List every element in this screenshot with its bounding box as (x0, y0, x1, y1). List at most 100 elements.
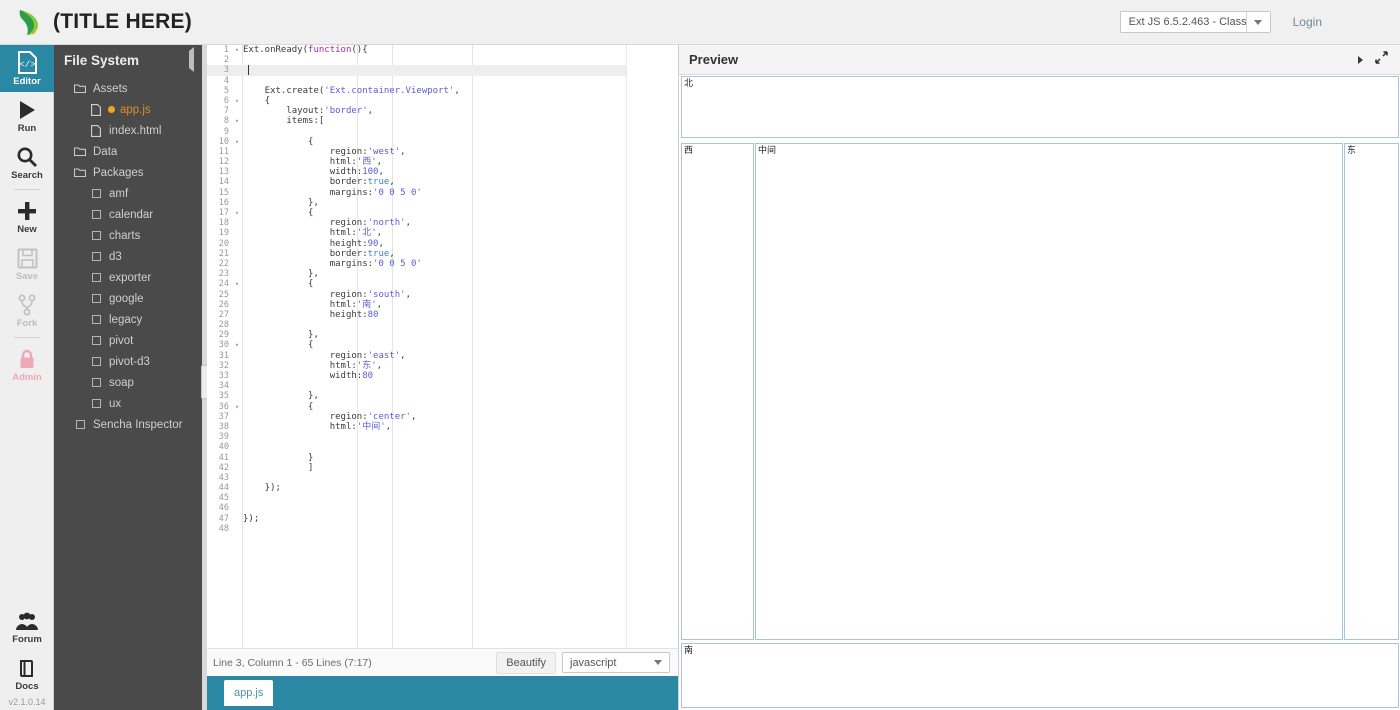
fold-toggle-icon[interactable]: ▾ (233, 116, 241, 126)
code-line: 10 ▾ { (207, 137, 678, 147)
brand: (TITLE HERE) (0, 6, 192, 38)
rail-item-save[interactable]: Save (0, 240, 54, 287)
rail-item-run[interactable]: Run (0, 92, 54, 139)
checkbox-icon[interactable] (88, 378, 104, 387)
checkbox-icon[interactable] (88, 294, 104, 303)
tree-item-charts[interactable]: charts (54, 225, 202, 246)
tree-item-assets[interactable]: Assets (54, 78, 202, 99)
fold-toggle-icon[interactable]: ▾ (233, 340, 241, 350)
rail-item-new[interactable]: New (0, 193, 54, 240)
line-number: 22 (218, 258, 229, 269)
line-number: 21 (218, 248, 229, 259)
tree-item-legacy[interactable]: legacy (54, 309, 202, 330)
checkbox-icon[interactable] (88, 315, 104, 324)
checkbox-icon[interactable] (88, 231, 104, 240)
checkbox-icon[interactable] (72, 420, 88, 429)
code-line: 25 region:'south', (207, 290, 678, 300)
rail-item-search[interactable]: Search (0, 139, 54, 186)
code-line: 33 width:80 (207, 371, 678, 381)
code-text: }, (243, 269, 319, 280)
checkbox-icon[interactable] (88, 399, 104, 408)
line-number: 35 (218, 391, 229, 402)
beautify-button[interactable]: Beautify (496, 651, 556, 674)
editor-right-gutter (626, 45, 678, 648)
rail-item-admin[interactable]: Admin (0, 341, 54, 388)
tree-item-pivot[interactable]: pivot (54, 330, 202, 351)
caret-right-icon[interactable] (1358, 55, 1363, 64)
tree-item-amf[interactable]: amf (54, 183, 202, 204)
checkbox-icon[interactable] (88, 357, 104, 366)
tree-item-index-html[interactable]: index.html (54, 120, 202, 141)
tree-item-app-js[interactable]: app.js (54, 99, 202, 120)
code-line: 9 (207, 127, 678, 137)
fold-toggle-icon[interactable]: ▾ (233, 96, 241, 106)
checkbox-icon[interactable] (88, 210, 104, 219)
tree-item-ux[interactable]: ux (54, 393, 202, 414)
tree-item-sencha-inspector[interactable]: Sencha Inspector (54, 414, 202, 435)
checkbox-icon[interactable] (88, 273, 104, 282)
code-line: 28 (207, 320, 678, 330)
code-line: 34 (207, 381, 678, 391)
text-cursor (248, 65, 249, 76)
tree-item-d3[interactable]: d3 (54, 246, 202, 267)
tree-item-label: calendar (109, 208, 154, 221)
tree-item-soap[interactable]: soap (54, 372, 202, 393)
tree-item-pivot-d3[interactable]: pivot-d3 (54, 351, 202, 372)
checkbox-icon[interactable] (88, 336, 104, 345)
code-text: { (243, 401, 314, 412)
line-number: 20 (218, 238, 229, 249)
line-number: 2 (223, 55, 229, 66)
code-text: { (243, 95, 271, 106)
people-group-icon (15, 608, 39, 632)
floppy-disk-icon (17, 245, 38, 269)
chevron-left-icon[interactable] (189, 47, 194, 72)
code-line: 26 html:'南', (207, 300, 678, 310)
line-number: 43 (218, 472, 229, 483)
language-select[interactable]: javascript (562, 652, 670, 673)
fold-toggle-icon[interactable]: ▾ (233, 137, 241, 147)
rail-item-forum[interactable]: Forum (0, 603, 54, 650)
code-line: 46 (207, 503, 678, 513)
rail-item-label: Forum (12, 634, 42, 645)
fold-toggle-icon[interactable]: ▾ (233, 208, 241, 218)
chevron-down-icon[interactable] (1245, 12, 1270, 32)
code-line: 19 html:'北', (207, 228, 678, 238)
code-text: html:'中间', (243, 421, 392, 432)
code-area[interactable]: 1 ▾ Ext.onReady(function(){2 3 4 5 Ext.create… (207, 45, 678, 648)
cursor-position-status: Line 3, Column 1 - 65 Lines (7:17) (213, 656, 372, 669)
line-number: 15 (218, 187, 229, 198)
checkbox-icon[interactable] (88, 252, 104, 261)
rail-item-fork[interactable]: Fork (0, 287, 54, 334)
login-link[interactable]: Login (1293, 15, 1322, 29)
checkbox-icon[interactable] (88, 189, 104, 198)
tree-item-exporter[interactable]: exporter (54, 267, 202, 288)
external-link-icon[interactable] (1375, 50, 1388, 69)
version-select[interactable]: Ext JS 6.5.2.463 - Classic (1119, 11, 1271, 33)
chevron-down-icon[interactable] (647, 653, 669, 672)
rail-item-label: New (17, 224, 37, 235)
code-line: 13 width:100, (207, 167, 678, 177)
rail-item-docs[interactable]: Docs (0, 650, 54, 697)
code-line: 14 border:true, (207, 177, 678, 187)
tree-item-calendar[interactable]: calendar (54, 204, 202, 225)
tree-item-google[interactable]: google (54, 288, 202, 309)
fold-toggle-icon[interactable]: ▾ (233, 402, 241, 412)
line-number: 29 (218, 330, 229, 341)
line-number: 3 (223, 65, 229, 76)
rail-item-editor[interactable]: </> Editor (0, 45, 54, 92)
tree-item-packages[interactable]: Packages (54, 162, 202, 183)
tab-app-js[interactable]: app.js (224, 680, 274, 706)
fold-toggle-icon[interactable]: ▾ (233, 45, 241, 55)
code-text: ] (243, 462, 314, 473)
tree-item-data[interactable]: Data (54, 141, 202, 162)
fold-toggle-icon[interactable]: ▾ (233, 279, 241, 289)
